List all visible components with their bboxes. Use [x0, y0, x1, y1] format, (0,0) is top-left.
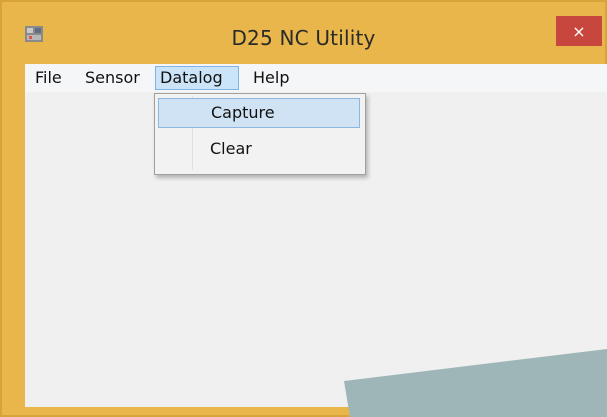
datalog-dropdown-menu: Capture Clear	[154, 93, 366, 175]
menu-item-capture-label: Capture	[211, 103, 275, 122]
close-icon: ×	[572, 21, 586, 41]
menu-bar: File Sensor Datalog Help	[25, 64, 607, 92]
menu-item-capture[interactable]: Capture	[158, 98, 360, 128]
title-bar[interactable]: D25 NC Utility ×	[2, 2, 605, 64]
menu-file[interactable]: File	[31, 66, 66, 90]
menu-sensor[interactable]: Sensor	[81, 66, 144, 90]
close-button[interactable]: ×	[556, 16, 602, 46]
menu-item-clear-label: Clear	[210, 139, 252, 158]
app-window: D25 NC Utility × File Sensor Datalog Hel…	[0, 0, 607, 417]
menu-item-clear[interactable]: Clear	[158, 134, 360, 164]
menu-datalog[interactable]: Datalog	[155, 66, 239, 90]
menu-help[interactable]: Help	[249, 66, 293, 90]
client-area: File Sensor Datalog Help Capture Clear	[25, 64, 607, 407]
window-title: D25 NC Utility	[231, 26, 376, 50]
